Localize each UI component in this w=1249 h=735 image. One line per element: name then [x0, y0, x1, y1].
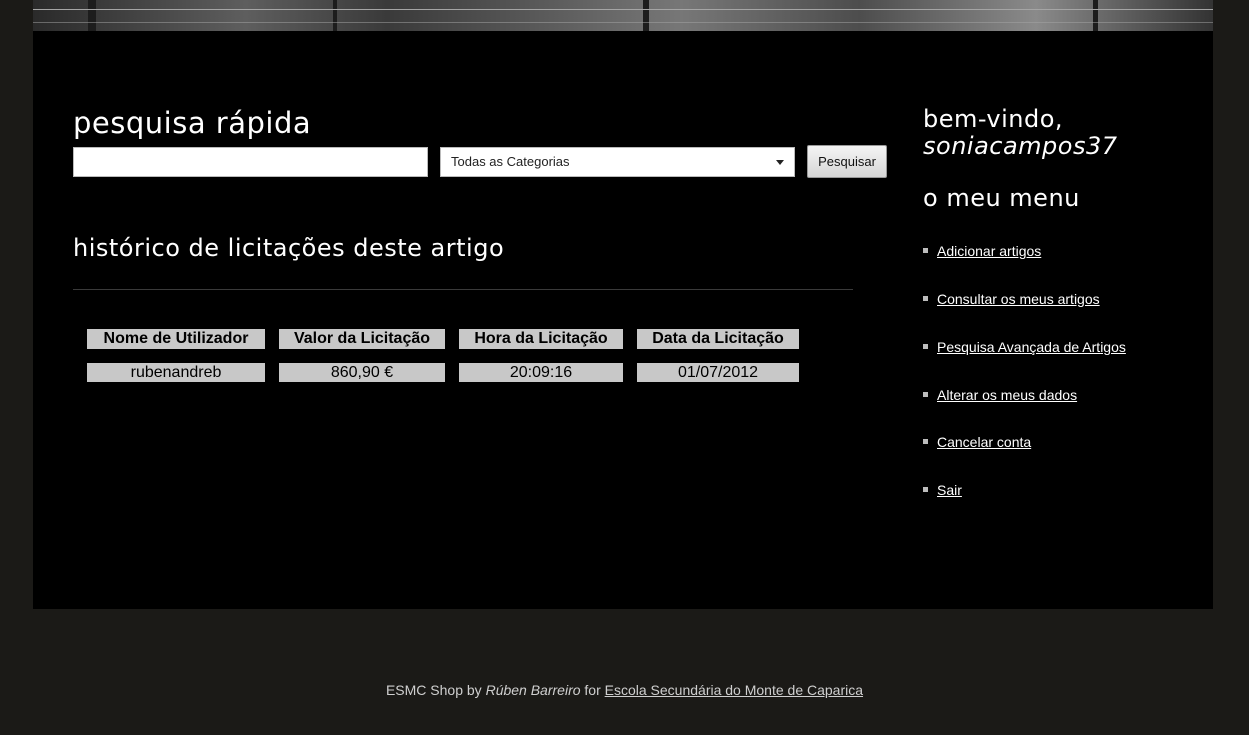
- column-header-bid-date: Data da Licitação: [637, 329, 799, 349]
- chevron-down-icon: [776, 160, 784, 165]
- table-cell-bid-date: 01/07/2012: [637, 363, 799, 382]
- welcome-message: bem-vindo, soniacampos37: [923, 106, 1118, 160]
- footer: ESMC Shop by Rúben Barreiro for Escola S…: [0, 682, 1249, 698]
- table-cell-username: rubenandreb: [87, 363, 265, 382]
- welcome-label: bem-vindo,: [923, 105, 1064, 133]
- search-button[interactable]: Pesquisar: [807, 145, 887, 178]
- link-edit-profile[interactable]: Alterar os meus dados: [937, 385, 1077, 405]
- column-header-bid-value: Valor da Licitação: [279, 329, 445, 349]
- bullet-icon: [923, 392, 928, 397]
- footer-for: for: [584, 682, 601, 698]
- table-cell-bid-time: 20:09:16: [459, 363, 623, 382]
- bullet-icon: [923, 344, 928, 349]
- link-advanced-search[interactable]: Pesquisa Avançada de Artigos: [937, 337, 1126, 357]
- footer-author: Rúben Barreiro: [485, 682, 581, 698]
- bullet-icon: [923, 296, 928, 301]
- category-select[interactable]: Todas as Categorias: [440, 147, 795, 177]
- bullet-icon: [923, 248, 928, 253]
- column-header-username: Nome de Utilizador: [87, 329, 265, 349]
- bullet-icon: [923, 487, 928, 492]
- username: soniacampos37: [923, 132, 1118, 160]
- link-my-articles[interactable]: Consultar os meus artigos: [937, 289, 1100, 309]
- main-panel: pesquisa rápida Todas as Categorias Pesq…: [33, 31, 1213, 609]
- header-banner-image: [33, 0, 1213, 31]
- category-select-value: Todas as Categorias: [451, 154, 570, 169]
- link-cancel-account[interactable]: Cancelar conta: [937, 432, 1031, 452]
- footer-prefix: ESMC Shop by: [385, 682, 482, 698]
- menu-title: o meu menu: [923, 184, 1080, 212]
- link-logout[interactable]: Sair: [937, 480, 962, 500]
- bullet-icon: [923, 439, 928, 444]
- bid-history-title: histórico de licitações deste artigo: [73, 234, 505, 262]
- link-add-articles[interactable]: Adicionar artigos: [937, 241, 1041, 261]
- divider: [73, 289, 853, 290]
- column-header-bid-time: Hora da Licitação: [459, 329, 623, 349]
- search-input[interactable]: [73, 147, 428, 177]
- quick-search-title: pesquisa rápida: [73, 106, 312, 140]
- table-cell-bid-value: 860,90 €: [279, 363, 445, 382]
- footer-school-link[interactable]: Escola Secundária do Monte de Caparica: [605, 682, 863, 698]
